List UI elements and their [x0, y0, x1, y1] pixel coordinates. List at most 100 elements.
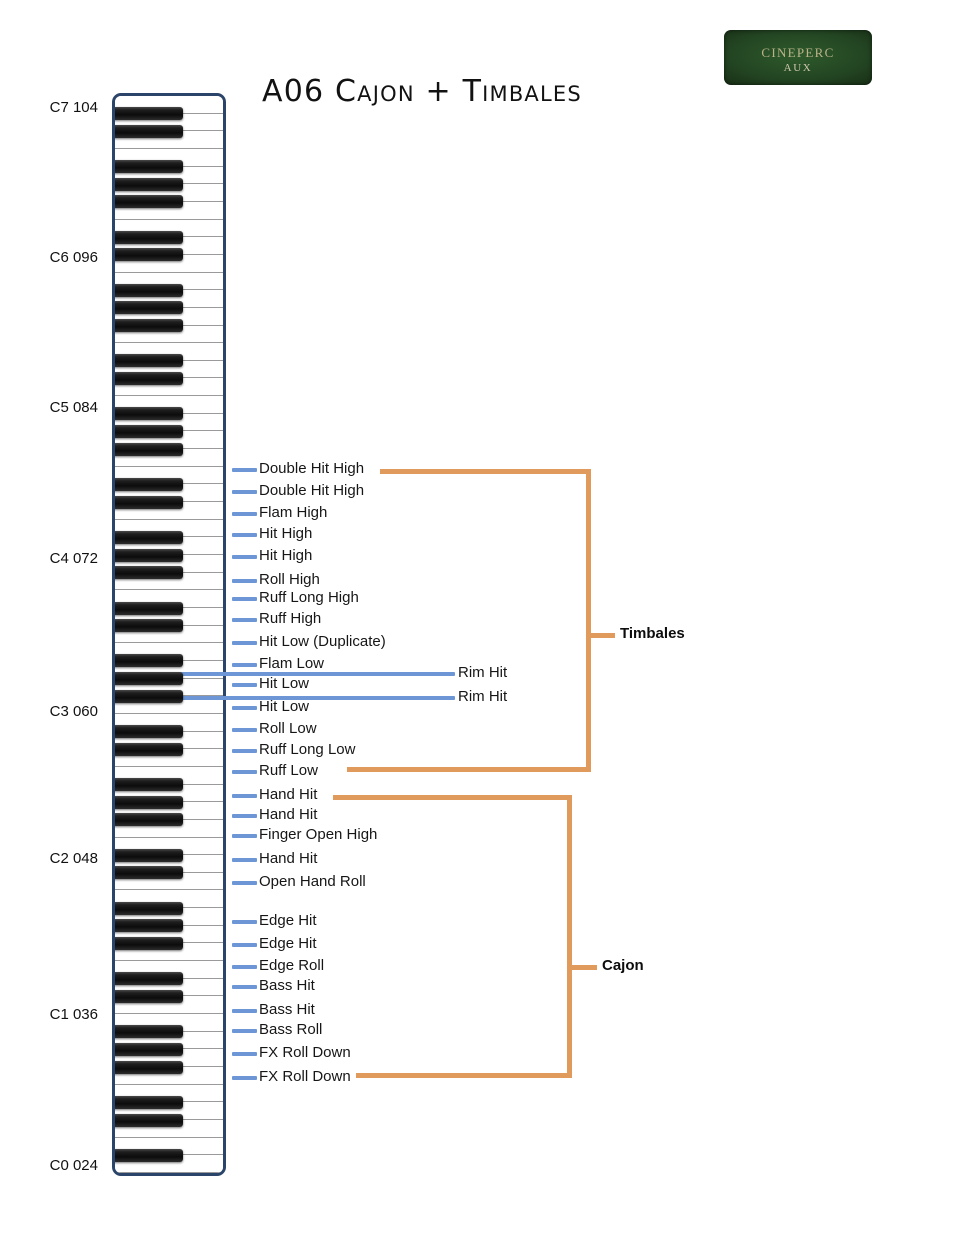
- black-key[interactable]: [115, 407, 183, 421]
- bracket-stem: [586, 469, 591, 772]
- articulation-label: Hand Hit: [259, 806, 318, 823]
- octave-label-c5: C5 084: [49, 399, 98, 416]
- black-key[interactable]: [115, 1148, 183, 1162]
- black-key[interactable]: [115, 919, 183, 933]
- black-key[interactable]: [115, 371, 183, 385]
- black-key[interactable]: [115, 619, 183, 633]
- articulation-label: Hit Low (Duplicate): [259, 633, 386, 650]
- group-label: Timbales: [620, 625, 685, 642]
- articulation-label: Hit High: [259, 547, 313, 564]
- connector-line: [232, 858, 257, 862]
- articulation-label: Edge Hit: [259, 912, 317, 929]
- group-label: Cajon: [602, 957, 644, 974]
- connector-line: [232, 943, 257, 947]
- articulation-label: Ruff High: [259, 610, 322, 627]
- midi-keyboard[interactable]: [112, 93, 226, 1176]
- black-key[interactable]: [115, 160, 183, 174]
- logo-main-text: CinePerc: [761, 40, 835, 61]
- bracket-arm-bottom: [347, 767, 591, 772]
- black-key[interactable]: [115, 601, 183, 615]
- connector-line: [232, 1052, 257, 1056]
- black-key[interactable]: [115, 107, 183, 121]
- octave-label-c2: C2 048: [49, 850, 98, 867]
- bracket-stem: [567, 795, 572, 1078]
- black-key[interactable]: [115, 319, 183, 333]
- black-key[interactable]: [115, 672, 183, 686]
- articulation-label: Flam Low: [259, 655, 325, 672]
- black-key[interactable]: [115, 901, 183, 915]
- articulation-label: Flam High: [259, 504, 328, 521]
- black-key[interactable]: [115, 195, 183, 209]
- black-key[interactable]: [115, 442, 183, 456]
- black-key[interactable]: [115, 177, 183, 191]
- articulation-label: Edge Hit: [259, 935, 317, 952]
- black-key[interactable]: [115, 495, 183, 509]
- black-key[interactable]: [115, 566, 183, 580]
- black-key[interactable]: [115, 283, 183, 297]
- articulation-label: Ruff Low: [259, 762, 318, 779]
- bracket-arm-top: [380, 469, 591, 474]
- connector-line: [232, 555, 257, 559]
- connector-line: [232, 985, 257, 989]
- connector-line: [232, 533, 257, 537]
- octave-label-c3: C3 060: [49, 703, 98, 720]
- black-key[interactable]: [115, 795, 183, 809]
- black-key[interactable]: [115, 742, 183, 756]
- black-key[interactable]: [115, 1042, 183, 1056]
- black-key[interactable]: [115, 301, 183, 315]
- octave-label-column: C7 104 C6 096 C5 084 C4 072 C3 060 C2 048 C1 0…: [0, 0, 98, 1235]
- black-key[interactable]: [115, 848, 183, 862]
- connector-line: [232, 1009, 257, 1013]
- connector-line: [232, 920, 257, 924]
- octave-label-c1: C1 036: [49, 1006, 98, 1023]
- black-key[interactable]: [115, 230, 183, 244]
- connector-line: [232, 512, 257, 516]
- black-key[interactable]: [115, 424, 183, 438]
- black-key[interactable]: [115, 248, 183, 262]
- black-key[interactable]: [115, 972, 183, 986]
- articulation-label: Double Hit High: [259, 460, 365, 477]
- bracket-tick: [591, 633, 615, 638]
- black-key[interactable]: [115, 1060, 183, 1074]
- bracket-tick: [572, 965, 597, 970]
- black-key[interactable]: [115, 548, 183, 562]
- black-key[interactable]: [115, 866, 183, 880]
- articulation-label: Ruff Long Low: [259, 741, 356, 758]
- logo-sub-text: AUX: [783, 61, 813, 74]
- articulation-label: Hit Low: [259, 675, 310, 692]
- octave-label-c4: C4 072: [49, 550, 98, 567]
- connector-line-long: [175, 672, 455, 676]
- black-key[interactable]: [115, 477, 183, 491]
- articulation-label: Rim Hit: [458, 664, 508, 681]
- black-key[interactable]: [115, 530, 183, 544]
- black-key[interactable]: [115, 1025, 183, 1039]
- black-key[interactable]: [115, 1113, 183, 1127]
- connector-line: [232, 663, 257, 667]
- octave-label-c7: C7 104: [49, 99, 98, 116]
- black-key[interactable]: [115, 778, 183, 792]
- connector-line: [232, 814, 257, 818]
- black-key[interactable]: [115, 725, 183, 739]
- articulation-label: Hit High: [259, 525, 313, 542]
- connector-line: [232, 1029, 257, 1033]
- articulation-label: Bass Hit: [259, 1001, 315, 1018]
- connector-line: [232, 579, 257, 583]
- cineperc-logo: CinePerc AUX: [724, 30, 872, 85]
- black-key[interactable]: [115, 654, 183, 668]
- black-key[interactable]: [115, 689, 183, 703]
- octave-label-c0: C0 024: [49, 1157, 98, 1174]
- connector-line: [232, 468, 257, 472]
- black-key[interactable]: [115, 354, 183, 368]
- articulation-label: Rim Hit: [458, 688, 508, 705]
- articulation-label: Ruff Long High: [259, 589, 359, 606]
- black-key[interactable]: [115, 124, 183, 138]
- connector-line: [232, 641, 257, 645]
- black-key[interactable]: [115, 813, 183, 827]
- octave-label-c6: C6 096: [49, 249, 98, 266]
- connector-line: [232, 965, 257, 969]
- black-key[interactable]: [115, 936, 183, 950]
- articulation-label: Bass Roll: [259, 1021, 323, 1038]
- black-key[interactable]: [115, 989, 183, 1003]
- black-key[interactable]: [115, 1095, 183, 1109]
- page-title: A06 Cajon + Timbales: [262, 74, 582, 109]
